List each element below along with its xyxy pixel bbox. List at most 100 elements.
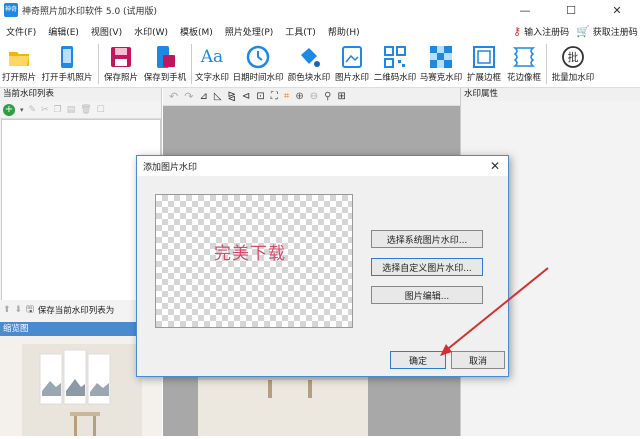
batch-watermark-label: 批量加水印 <box>551 73 595 83</box>
flip-vertical-icon[interactable]: ⊲ <box>242 91 250 102</box>
select-system-watermark-button[interactable]: 选择系统图片水印... <box>371 230 483 248</box>
color-block-watermark-label: 颜色块水印 <box>287 73 331 83</box>
close-button[interactable]: ✕ <box>594 0 640 20</box>
undo-icon[interactable]: ↶ <box>169 90 178 103</box>
qrcode-icon <box>380 44 410 70</box>
delete-icon[interactable]: 🗑 <box>80 105 91 115</box>
clear-icon[interactable]: ☐ <box>97 105 105 115</box>
key-icon: ⚷ <box>513 24 522 38</box>
watermark-preview: 完美下载 <box>155 194 353 328</box>
datetime-watermark-button[interactable]: 日期时间水印 <box>230 42 286 86</box>
menu-file[interactable]: 文件(F) <box>6 25 36 38</box>
rotate-left-icon[interactable]: ⊿ <box>199 91 207 102</box>
cut-icon[interactable]: ✂ <box>41 105 49 115</box>
lace-frame-button[interactable]: 花边像框 <box>504 42 544 86</box>
zoom-out-icon[interactable]: ⊖ <box>310 91 318 102</box>
save-photo-button[interactable]: 保存照片 <box>101 42 141 86</box>
save-to-phone-label: 保存到手机 <box>143 73 187 83</box>
rotate-right-icon[interactable]: ◺ <box>214 91 222 102</box>
crop-tool-icon[interactable]: ⌗ <box>284 91 290 102</box>
text-watermark-button[interactable]: Aa 文字水印 <box>194 42 230 86</box>
menu-edit[interactable]: 编辑(E) <box>48 25 79 38</box>
menu-template[interactable]: 模板(M) <box>180 25 213 38</box>
image-watermark-label: 图片水印 <box>334 73 369 83</box>
menu-tools[interactable]: 工具(T) <box>285 25 316 38</box>
paste-icon[interactable]: ▤ <box>67 105 76 115</box>
add-image-watermark-dialog: 添加图片水印 ✕ 完美下载 选择系统图片水印... 选择自定义图片水印... 图… <box>136 155 509 377</box>
redo-icon[interactable]: ↷ <box>184 90 193 103</box>
save-phone-icon <box>150 44 180 70</box>
menu-watermark[interactable]: 水印(W) <box>134 25 168 38</box>
dialog-close-button[interactable]: ✕ <box>490 159 500 173</box>
image-watermark-button[interactable]: 图片水印 <box>332 42 372 86</box>
frame-icon <box>509 44 539 70</box>
watermark-list-title: 当前水印列表 <box>0 88 161 101</box>
open-phone-photo-label: 打开手机照片 <box>41 73 93 83</box>
mosaic-watermark-label: 马赛克水印 <box>419 73 463 83</box>
batch-icon: 批 <box>558 44 588 70</box>
lace-frame-label: 花边像框 <box>506 73 541 83</box>
save-list-button[interactable]: 保存当前水印列表为 <box>38 304 115 316</box>
cancel-button[interactable]: 取消 <box>451 351 505 369</box>
save-to-phone-button[interactable]: 保存到手机 <box>141 42 189 86</box>
datetime-watermark-label: 日期时间水印 <box>232 73 284 83</box>
open-photo-label: 打开照片 <box>1 73 36 83</box>
toolbar-divider <box>191 44 192 84</box>
clock-icon <box>243 44 273 70</box>
open-photo-button[interactable]: 打开照片 <box>0 42 38 86</box>
properties-title: 水印属性 <box>461 88 640 101</box>
extend-border-button[interactable]: 扩展边框 <box>464 42 504 86</box>
edit-image-button[interactable]: 图片编辑... <box>371 286 483 304</box>
ok-button[interactable]: 确定 <box>390 351 446 369</box>
zoom-icon[interactable]: ⚲ <box>324 91 331 102</box>
add-icon[interactable]: + <box>3 103 15 116</box>
maximize-button[interactable]: ☐ <box>548 0 594 20</box>
enter-code-link[interactable]: ⚷ 输入注册码 <box>513 22 569 40</box>
save-icon <box>106 44 136 70</box>
zoom-in-icon[interactable]: ⊕ <box>295 91 303 102</box>
border-icon <box>469 44 499 70</box>
list-toolbar: + ▾ ✎ ✂ ❐ ▤ 🗑 ☐ <box>0 101 161 119</box>
crop-icon[interactable]: ⊡ <box>256 91 264 102</box>
get-code-link[interactable]: 🛒 获取注册码 <box>576 22 638 40</box>
fullscreen-icon[interactable]: ⊞ <box>337 91 345 102</box>
toolbar-divider <box>98 44 99 84</box>
image-icon <box>337 44 367 70</box>
menu-view[interactable]: 视图(V) <box>91 25 122 38</box>
batch-icon-text: 批 <box>568 50 579 64</box>
text-watermark-label: 文字水印 <box>194 73 229 83</box>
folder-icon <box>4 44 34 70</box>
menu-help[interactable]: 帮助(H) <box>328 25 360 38</box>
batch-watermark-button[interactable]: 批 批量加水印 <box>549 42 597 86</box>
move-down-icon[interactable]: ⬇ <box>15 305 23 315</box>
canvas-toolbar: ↶ ↷ ⊿ ◺ ⧎ ⊲ ⊡ ⛶ ⌗ ⊕ ⊖ ⚲ ⊞ <box>163 88 460 106</box>
qrcode-watermark-button[interactable]: 二维码水印 <box>372 42 418 86</box>
title-bar: 神奇 神奇照片加水印软件 5.0 (试用版) — ☐ ✕ <box>0 0 640 20</box>
enter-code-label: 输入注册码 <box>524 27 570 38</box>
get-code-label: 获取注册码 <box>592 27 638 38</box>
paint-bucket-icon <box>294 44 324 70</box>
cart-icon: 🛒 <box>576 24 590 38</box>
toolbar-divider <box>546 44 547 84</box>
photo-preview-partial <box>198 374 368 436</box>
save-photo-label: 保存照片 <box>103 73 138 83</box>
fit-icon[interactable]: ⛶ <box>271 91 278 102</box>
mosaic-watermark-button[interactable]: 马赛克水印 <box>418 42 464 86</box>
open-phone-photo-button[interactable]: 打开手机照片 <box>38 42 96 86</box>
copy-icon[interactable]: ❐ <box>54 105 62 115</box>
app-icon: 神奇 <box>4 3 18 17</box>
flip-horizontal-icon[interactable]: ⧎ <box>228 91 236 102</box>
qrcode-watermark-label: 二维码水印 <box>373 73 417 83</box>
save-list-icon: 🖫 <box>26 305 34 315</box>
mosaic-icon <box>426 44 456 70</box>
window-title: 神奇照片加水印软件 5.0 (试用版) <box>22 6 158 17</box>
phone-icon <box>52 44 82 70</box>
color-block-watermark-button[interactable]: 颜色块水印 <box>286 42 332 86</box>
menu-photo[interactable]: 照片处理(P) <box>225 25 273 38</box>
minimize-button[interactable]: — <box>502 0 548 20</box>
select-custom-watermark-button[interactable]: 选择自定义图片水印... <box>371 258 483 276</box>
move-up-icon[interactable]: ⬆ <box>3 305 11 315</box>
watermark-preview-text: 完美下载 <box>214 244 286 264</box>
dropdown-icon[interactable]: ▾ <box>20 106 24 114</box>
edit-icon[interactable]: ✎ <box>29 105 37 115</box>
